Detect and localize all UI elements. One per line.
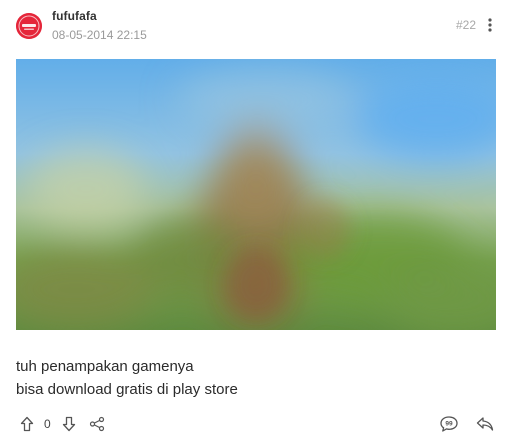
post-body: tuh penampakan gamenya bisa download gra… [16,355,238,401]
vote-count: 0 [44,417,51,431]
reply-actions: 99 [438,413,496,435]
avatar-logo-icon [16,13,42,39]
post-timestamp: 08-05-2014 22:15 [52,28,147,42]
arrow-down-icon [62,416,75,432]
avatar[interactable] [16,13,42,39]
post-image[interactable] [16,59,496,330]
more-vertical-icon [488,18,492,32]
more-options-button[interactable] [486,16,494,34]
upvote-button[interactable] [16,413,38,435]
share-button[interactable] [86,413,108,435]
share-icon [89,416,104,432]
blurred-image-content [16,59,496,330]
forum-post: fufufafa 08-05-2014 22:15 #22 tuh penamp… [0,0,512,445]
quote-icon: 99 [440,416,458,432]
reply-button[interactable] [474,413,496,435]
vote-actions: 0 [16,413,108,435]
quote-button[interactable]: 99 [438,413,460,435]
post-text-line: bisa download gratis di play store [16,381,238,398]
downvote-button[interactable] [58,413,80,435]
username-link[interactable]: fufufafa [52,9,97,23]
reply-icon [476,417,494,431]
post-number-link[interactable]: #22 [456,18,476,32]
svg-text:99: 99 [445,421,453,428]
post-text-line: tuh penampakan gamenya [16,358,194,375]
arrow-up-icon [20,416,34,432]
